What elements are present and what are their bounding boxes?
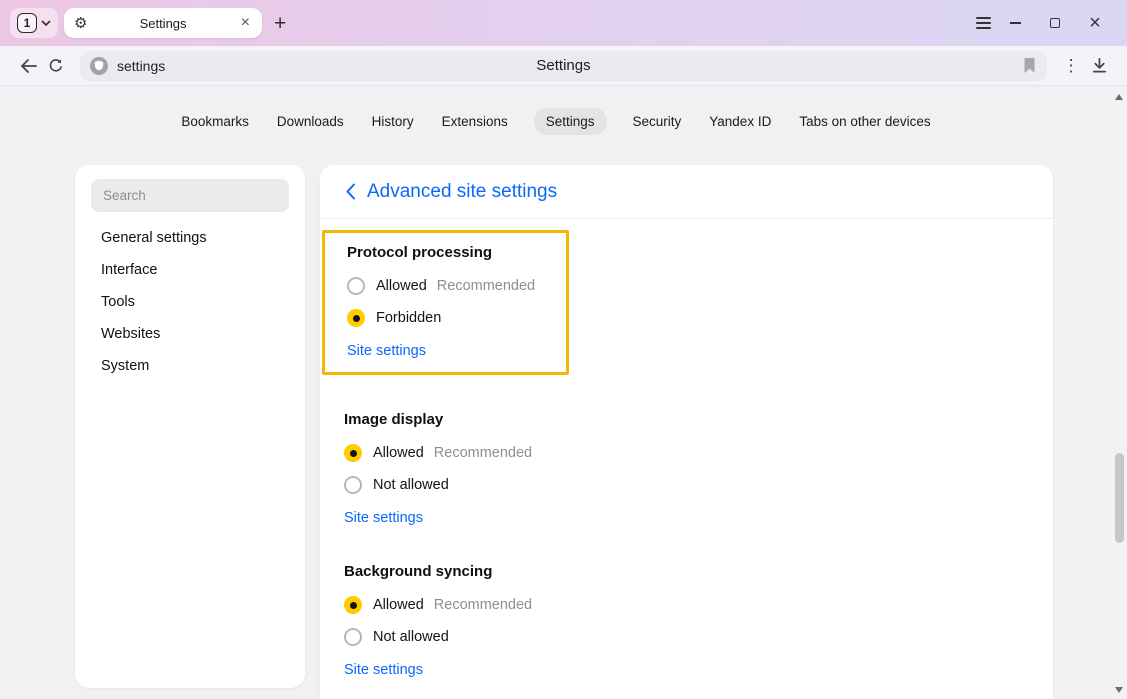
panel-title: Advanced site settings [367,181,557,203]
page-title: Settings [80,57,1047,74]
site-settings-link[interactable]: Site settings [347,343,426,359]
downloads-icon[interactable] [1085,52,1113,80]
new-tab-button[interactable]: + [274,13,286,34]
nav-settings[interactable]: Settings [534,108,607,135]
section-protocol-processing: Protocol processing Allowed Recommended … [344,230,1027,375]
radio-selected-icon[interactable] [344,444,362,462]
nav-history[interactable]: History [370,108,416,135]
radio-option-allowed[interactable]: Allowed Recommended [344,589,1027,621]
sidebar-item-general-settings[interactable]: General settings [75,222,305,254]
nav-tabs-other-devices[interactable]: Tabs on other devices [797,108,932,135]
back-button[interactable] [14,52,42,80]
section-image-display: Image display Allowed Recommended Not al… [344,411,1027,527]
tab-counter-button[interactable]: 1 [10,8,58,38]
reload-button[interactable] [42,52,70,80]
section-title: Background syncing [344,563,1027,580]
radio-selected-icon[interactable] [347,309,365,327]
sidebar-item-tools[interactable]: Tools [75,286,305,318]
chevron-down-icon [41,20,51,26]
maximize-button[interactable] [1035,14,1075,32]
vertical-scrollbar[interactable] [1112,86,1127,699]
scrollbar-thumb[interactable] [1115,453,1124,543]
site-protect-shield-icon[interactable] [90,57,108,75]
back-to-settings-header[interactable]: Advanced site settings [320,165,1053,219]
nav-extensions[interactable]: Extensions [440,108,510,135]
nav-security[interactable]: Security [631,108,684,135]
option-note: Recommended [434,597,532,613]
radio-option-forbidden[interactable]: Forbidden [347,302,556,334]
option-label: Not allowed [373,629,449,645]
radio-option-allowed[interactable]: Allowed Recommended [344,437,1027,469]
titlebar: 1 ⚙ Settings × + × [0,0,1127,46]
tab-count[interactable]: 1 [17,13,37,33]
settings-top-nav: Bookmarks Downloads History Extensions S… [0,108,1112,135]
radio-unselected-icon[interactable] [347,277,365,295]
section-title: Protocol processing [347,244,556,261]
option-label: Not allowed [373,477,449,493]
nav-downloads[interactable]: Downloads [275,108,346,135]
close-button[interactable]: × [1075,13,1115,33]
browser-toolbar: settings Settings ⋮ [0,46,1127,86]
option-label: Forbidden [376,310,441,326]
search-input[interactable] [91,179,289,212]
bookmark-icon[interactable] [1022,57,1037,74]
site-settings-link[interactable]: Site settings [344,662,423,678]
settings-sidebar: General settings Interface Tools Website… [75,165,305,688]
nav-yandex-id[interactable]: Yandex ID [707,108,773,135]
section-title: Image display [344,411,1027,428]
radio-unselected-icon[interactable] [344,628,362,646]
tab-title: Settings [87,16,238,31]
address-bar[interactable]: settings Settings [80,51,1047,81]
scroll-up-icon[interactable] [1115,94,1123,100]
nav-bookmarks[interactable]: Bookmarks [179,108,251,135]
sidebar-item-websites[interactable]: Websites [75,318,305,350]
section-background-syncing: Background syncing Allowed Recommended N… [344,563,1027,679]
option-label: Allowed [376,278,427,294]
site-settings-link[interactable]: Site settings [344,510,423,526]
option-label: Allowed [373,597,424,613]
option-note: Recommended [437,278,535,294]
settings-page: Bookmarks Downloads History Extensions S… [0,86,1127,699]
radio-option-not-allowed[interactable]: Not allowed [344,469,1027,501]
radio-option-not-allowed[interactable]: Not allowed [344,621,1027,653]
radio-selected-icon[interactable] [344,596,362,614]
panel-body: Protocol processing Allowed Recommended … [320,219,1053,699]
sidebar-item-interface[interactable]: Interface [75,254,305,286]
tab-close-icon[interactable]: × [239,15,252,31]
radio-option-allowed[interactable]: Allowed Recommended [347,270,556,302]
url-text[interactable]: settings [117,58,165,74]
highlight-box: Protocol processing Allowed Recommended … [322,230,569,375]
scroll-down-icon[interactable] [1115,687,1123,693]
menu-hamburger-icon[interactable] [972,13,995,32]
sidebar-list: General settings Interface Tools Website… [75,222,305,382]
advanced-site-settings-panel: Advanced site settings Protocol processi… [320,165,1053,699]
tab-settings[interactable]: ⚙ Settings × [64,8,262,38]
radio-unselected-icon[interactable] [344,476,362,494]
gear-icon: ⚙ [74,16,87,31]
option-note: Recommended [434,445,532,461]
sidebar-item-system[interactable]: System [75,350,305,382]
more-options-icon[interactable]: ⋮ [1057,52,1085,80]
option-label: Allowed [373,445,424,461]
chevron-left-icon [346,183,356,200]
minimize-button[interactable] [995,14,1035,32]
